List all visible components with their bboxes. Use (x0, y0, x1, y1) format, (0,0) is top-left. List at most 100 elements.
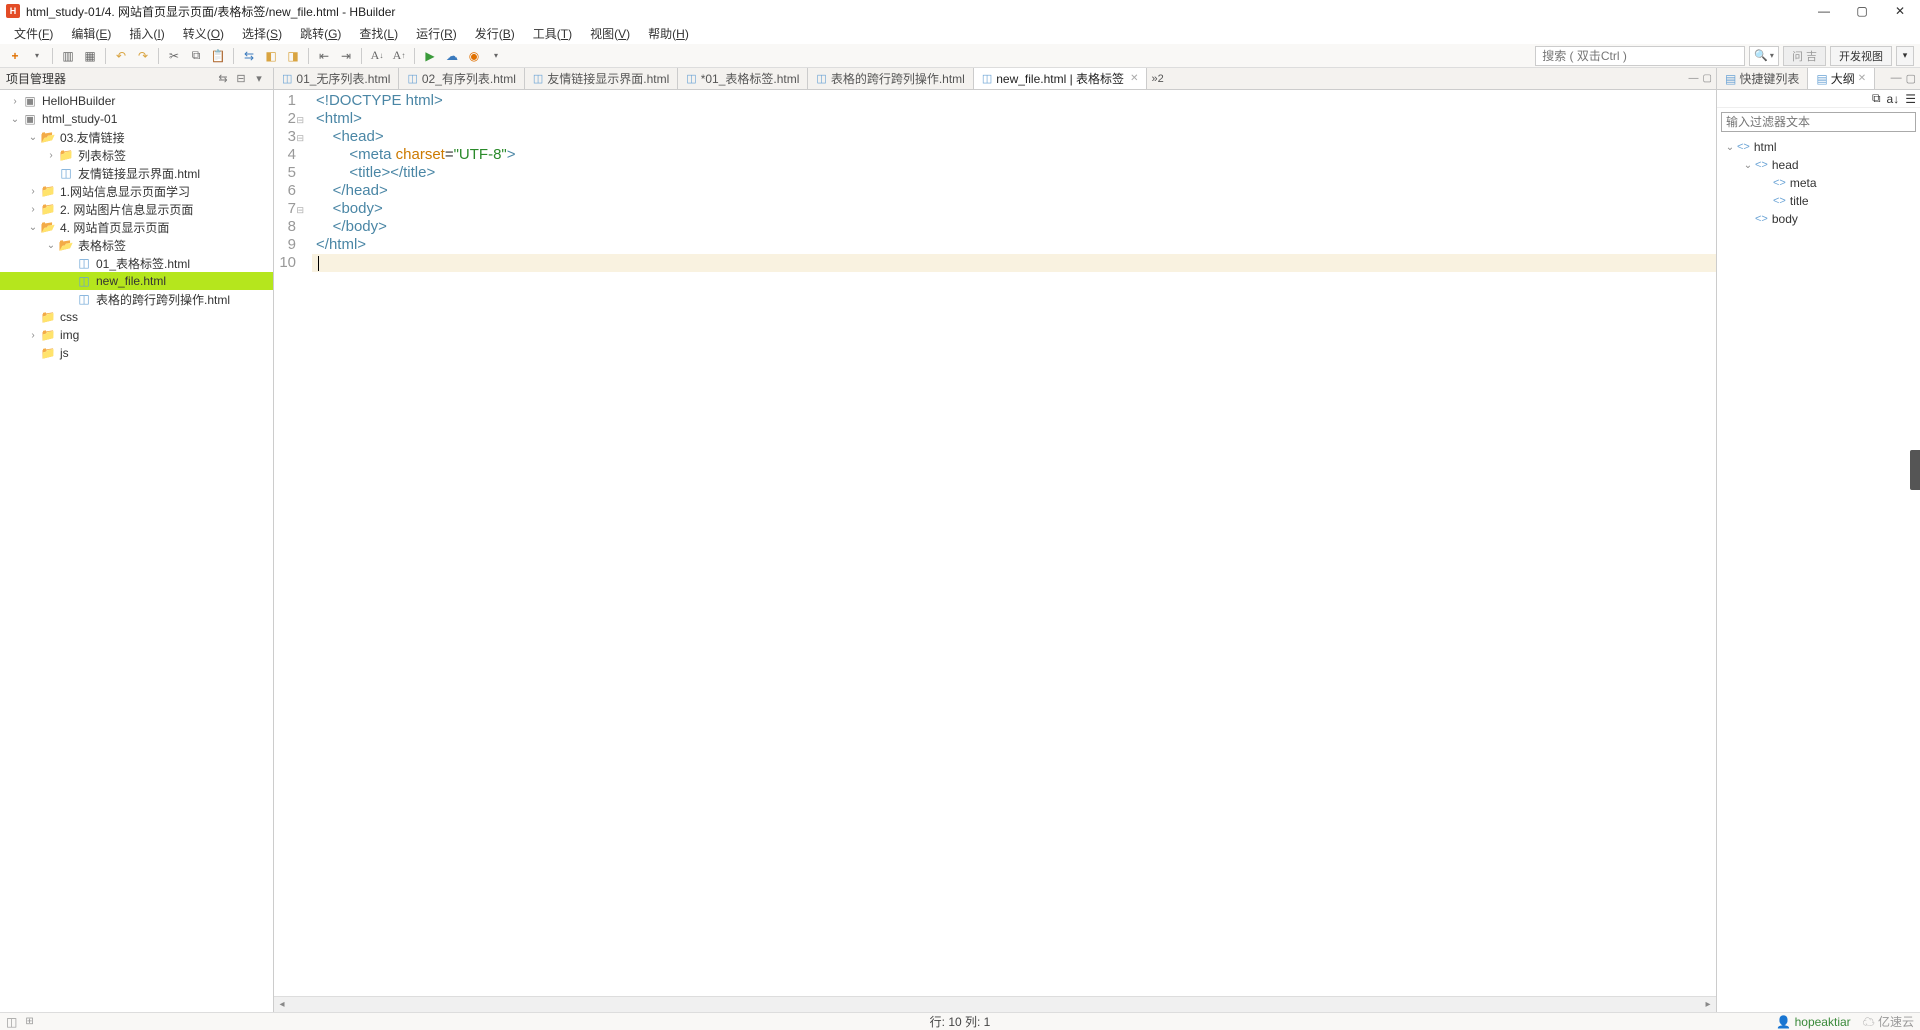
outline-item[interactable]: <>meta (1717, 174, 1920, 192)
bookmark-button[interactable]: ◧ (262, 47, 280, 65)
tree-item[interactable]: ⌄📂表格标签 (0, 236, 273, 254)
editor-tab[interactable]: ◫友情链接显示界面.html (525, 68, 678, 89)
outdent-button[interactable]: ⇤ (315, 47, 333, 65)
separator (158, 48, 159, 64)
app-icon: H (6, 4, 20, 18)
horizontal-scrollbar[interactable]: ◂ ▸ (274, 996, 1716, 1012)
cloud-link[interactable]: ☁ 亿速云 (1863, 1013, 1914, 1030)
font-larger-button[interactable]: A↑ (390, 47, 408, 65)
tree-item[interactable]: ›📁列表标签 (0, 146, 273, 164)
tree-item[interactable]: 📁css (0, 308, 273, 326)
minimize-panel-icon[interactable]: — (1689, 73, 1699, 84)
save-all-button[interactable]: ▦ (81, 47, 99, 65)
menu-帮助[interactable]: 帮助(H) (640, 23, 697, 44)
scroll-left-icon[interactable]: ◂ (274, 999, 290, 1010)
save-button[interactable]: ▥ (59, 47, 77, 65)
tree-item[interactable]: ⌄📂03.友情链接 (0, 128, 273, 146)
menu-视图[interactable]: 视图(V) (582, 23, 638, 44)
close-tab-icon[interactable]: ✕ (1130, 73, 1138, 84)
outline-tab[interactable]: ▤快捷键列表 (1717, 68, 1808, 89)
file-icon: ◫ (982, 72, 992, 85)
panel-menu-icon[interactable]: ▾ (251, 71, 267, 87)
undo-button[interactable]: ↶ (112, 47, 130, 65)
outline-item[interactable]: <>title (1717, 192, 1920, 210)
editor-tab[interactable]: ◫new_file.html | 表格标签✕ (974, 68, 1148, 89)
feedback-button[interactable]: 问 吉 (1783, 46, 1826, 66)
font-smaller-button[interactable]: A↓ (368, 47, 386, 65)
browser-preview-button[interactable]: ◉ (465, 47, 483, 65)
run-button[interactable]: ▶ (421, 47, 439, 65)
menu-插入[interactable]: 插入(I) (121, 23, 172, 44)
separator (361, 48, 362, 64)
indent-button[interactable]: ⇥ (337, 47, 355, 65)
separator (105, 48, 106, 64)
editor-tab[interactable]: ◫表格的跨行跨列操作.html (808, 68, 973, 89)
maximize-panel-icon[interactable]: ▢ (1906, 72, 1916, 85)
code-editor[interactable]: 12⊟3⊟4567⊟8910 <!DOCTYPE html><html> <he… (274, 90, 1716, 996)
menu-跳转[interactable]: 跳转(G) (292, 23, 349, 44)
file-icon: ◫ (816, 72, 826, 85)
outline-item[interactable]: ⌄<>head (1717, 156, 1920, 174)
outline-menu-icon[interactable]: ☰ (1905, 92, 1916, 106)
menu-文件[interactable]: 文件(F) (6, 23, 61, 44)
tree-item[interactable]: ◫表格的跨行跨列操作.html (0, 290, 273, 308)
tree-item[interactable]: ⌄▣html_study-01 (0, 110, 273, 128)
redo-button[interactable]: ↷ (134, 47, 152, 65)
menu-编辑[interactable]: 编辑(E) (63, 23, 119, 44)
outline-sort-icon[interactable]: ⧉ (1872, 91, 1881, 106)
nav-button[interactable]: ◨ (284, 47, 302, 65)
tree-item[interactable]: ⌄📂4. 网站首页显示页面 (0, 218, 273, 236)
outline-filter-input[interactable] (1721, 112, 1916, 132)
menu-转义[interactable]: 转义(O) (175, 23, 232, 44)
menu-发行[interactable]: 发行(B) (467, 23, 523, 44)
outline-tab[interactable]: ▤大纲✕ (1808, 68, 1875, 89)
tree-item[interactable]: ›📁2. 网站图片信息显示页面 (0, 200, 273, 218)
outline-item[interactable]: ⌄<>html (1717, 138, 1920, 156)
outline-alpha-icon[interactable]: a↓ (1887, 92, 1900, 106)
menu-查找[interactable]: 查找(L) (351, 23, 406, 44)
cloud-button[interactable]: ☁ (443, 47, 461, 65)
editor-tab[interactable]: ◫*01_表格标签.html (678, 68, 808, 89)
maximize-panel-icon[interactable]: ▢ (1703, 73, 1712, 84)
close-button[interactable]: ✕ (1890, 4, 1910, 18)
view-dropdown[interactable]: ▾ (1896, 46, 1914, 66)
editor-tab[interactable]: ◫02_有序列表.html (399, 68, 524, 89)
code-content[interactable]: <!DOCTYPE html><html> <head> <meta chars… (312, 90, 1716, 996)
close-icon[interactable]: ✕ (1858, 73, 1866, 84)
separator (233, 48, 234, 64)
user-link[interactable]: 👤 hopeaktiar (1776, 1015, 1850, 1029)
menu-工具[interactable]: 工具(T) (525, 23, 580, 44)
new-dropdown[interactable]: ▾ (28, 47, 46, 65)
search-dropdown[interactable]: 🔍 ▾ (1749, 46, 1779, 66)
menu-选择[interactable]: 选择(S) (234, 23, 290, 44)
copy-button[interactable]: ⧉ (187, 47, 205, 65)
maximize-button[interactable]: ▢ (1852, 4, 1872, 18)
outline-tree[interactable]: ⌄<>html⌄<>head<>meta<>title<>body (1717, 136, 1920, 1012)
tree-item[interactable]: ›📁1.网站信息显示页面学习 (0, 182, 273, 200)
tree-item[interactable]: ◫友情链接显示界面.html (0, 164, 273, 182)
paste-button[interactable]: 📋 (209, 47, 227, 65)
new-button[interactable]: + (6, 47, 24, 65)
preview-dropdown[interactable]: ▾ (487, 47, 505, 65)
minimize-panel-icon[interactable]: — (1891, 72, 1902, 85)
project-tree[interactable]: ›▣HelloHBuilder⌄▣html_study-01⌄📂03.友情链接›… (0, 90, 273, 1012)
right-panel-tabs: ▤快捷键列表▤大纲✕ — ▢ (1717, 68, 1920, 90)
tree-item[interactable]: ◫01_表格标签.html (0, 254, 273, 272)
minimize-button[interactable]: — (1814, 4, 1834, 18)
tree-item[interactable]: 📁js (0, 344, 273, 362)
toggle-button[interactable]: ⇆ (240, 47, 258, 65)
right-dock-handle[interactable] (1910, 450, 1920, 490)
menu-运行[interactable]: 运行(R) (408, 23, 465, 44)
tree-item[interactable]: ›▣HelloHBuilder (0, 92, 273, 110)
dev-view-button[interactable]: 开发视图 (1830, 46, 1892, 66)
editor-tab[interactable]: ◫01_无序列表.html (274, 68, 399, 89)
link-editor-icon[interactable]: ⇆ (215, 71, 231, 87)
tree-item[interactable]: ◫new_file.html (0, 272, 273, 290)
cut-button[interactable]: ✂ (165, 47, 183, 65)
tree-item[interactable]: ›📁img (0, 326, 273, 344)
scroll-right-icon[interactable]: ▸ (1700, 999, 1716, 1010)
tab-overflow[interactable]: »2 (1147, 68, 1167, 89)
outline-item[interactable]: <>body (1717, 210, 1920, 228)
search-input[interactable] (1535, 46, 1745, 66)
collapse-all-icon[interactable]: ⊟ (233, 71, 249, 87)
